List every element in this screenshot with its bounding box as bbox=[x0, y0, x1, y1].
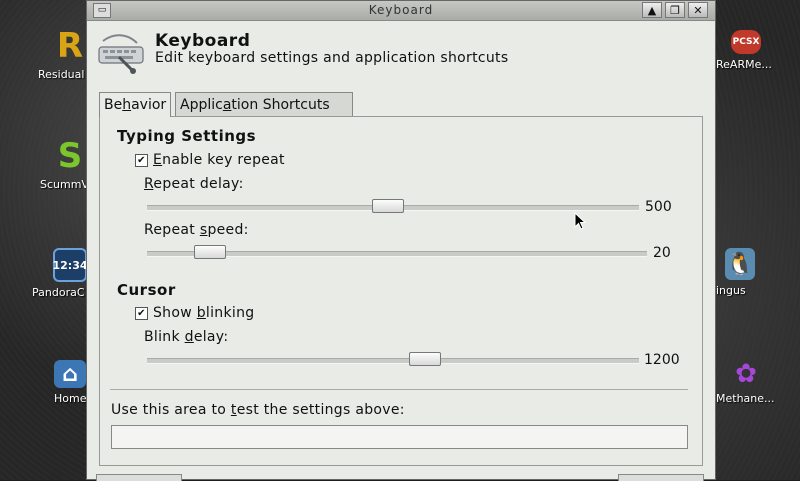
tab-label: Be bbox=[104, 97, 123, 113]
checkbox-label: Show bbox=[153, 305, 197, 321]
cursor-heading: Cursor bbox=[117, 281, 176, 299]
home-folder-icon: ⌂ bbox=[54, 360, 86, 388]
repeat-delay-slider[interactable] bbox=[147, 199, 639, 215]
window-title: Keyboard bbox=[368, 3, 434, 17]
blink-delay-value: 1200 bbox=[644, 352, 680, 368]
repeat-speed-value: 20 bbox=[653, 245, 671, 261]
repeat-delay-label: Repeat delay: bbox=[144, 176, 244, 192]
desktop-icon-label: ReARMe... bbox=[716, 58, 772, 71]
residual-icon: R bbox=[56, 26, 84, 66]
test-input[interactable] bbox=[111, 425, 688, 449]
checkbox-label-mnemonic: b bbox=[196, 305, 206, 321]
mouse-pointer-icon bbox=[574, 212, 587, 230]
test-area-label: Use this area to test the settings above… bbox=[111, 402, 405, 418]
tab-label-mnemonic: h bbox=[122, 97, 132, 113]
close-icon: ✕ bbox=[693, 4, 703, 17]
blink-delay-label: Blink delay: bbox=[144, 329, 229, 345]
dialog-header: Keyboard Edit keyboard settings and appl… bbox=[97, 29, 697, 79]
desktop-icon-methane[interactable]: ✿ Methane... bbox=[706, 359, 786, 405]
repeat-delay-value: 500 bbox=[645, 199, 672, 215]
methane-icon: ✿ bbox=[735, 359, 757, 389]
clock-icon: 12:34 bbox=[53, 248, 88, 282]
tab-application-shortcuts[interactable]: Application Shortcuts bbox=[175, 92, 353, 116]
keyboard-settings-icon bbox=[98, 34, 144, 74]
page-subtitle: Edit keyboard settings and application s… bbox=[155, 50, 509, 66]
checkbox-label: nable key repeat bbox=[162, 152, 285, 168]
checkbox-box[interactable]: ✔ bbox=[135, 153, 148, 167]
maximize-icon: ❐ bbox=[670, 4, 680, 17]
maximize-button[interactable]: ❐ bbox=[665, 2, 685, 18]
desktop-icon-rearmed[interactable]: PCSX ReARMe... bbox=[706, 30, 786, 71]
tab-label: avior bbox=[131, 97, 167, 113]
repeat-speed-slider[interactable] bbox=[147, 245, 647, 261]
blink-delay-slider[interactable] bbox=[147, 352, 639, 368]
checkbox-label-mnemonic: E bbox=[153, 152, 163, 168]
slider-thumb[interactable] bbox=[372, 199, 404, 213]
tab-label: Applic bbox=[180, 97, 223, 113]
tab-label: tion Shortcuts bbox=[231, 97, 330, 113]
page-title: Keyboard bbox=[155, 31, 251, 51]
slider-track[interactable] bbox=[147, 358, 639, 364]
checkbox-box[interactable]: ✔ bbox=[135, 306, 148, 320]
shade-button[interactable]: ▲ bbox=[642, 2, 662, 18]
tab-behavior[interactable]: Behavior bbox=[99, 92, 172, 117]
checkbox-label: linking bbox=[205, 305, 255, 321]
window-titlebar[interactable]: ▭ Keyboard ▲ ❐ ✕ bbox=[87, 1, 715, 21]
close-button[interactable]: ✕ bbox=[688, 2, 708, 18]
typing-settings-heading: Typing Settings bbox=[117, 127, 257, 145]
gamepad-icon: PCSX bbox=[731, 30, 761, 54]
slider-thumb[interactable] bbox=[194, 245, 226, 259]
scummvm-icon: S bbox=[57, 136, 83, 176]
penguin-icon: 🐧 bbox=[725, 248, 755, 280]
repeat-speed-label: Repeat speed: bbox=[144, 222, 249, 238]
enable-key-repeat-checkbox[interactable]: ✔ Enable key repeat bbox=[135, 152, 285, 168]
desktop-icon-label: Methane... bbox=[716, 392, 775, 405]
divider bbox=[110, 389, 688, 390]
show-blinking-checkbox[interactable]: ✔ Show blinking bbox=[135, 305, 254, 321]
slider-thumb[interactable] bbox=[409, 352, 441, 366]
arrow-up-icon: ▲ bbox=[647, 4, 657, 17]
